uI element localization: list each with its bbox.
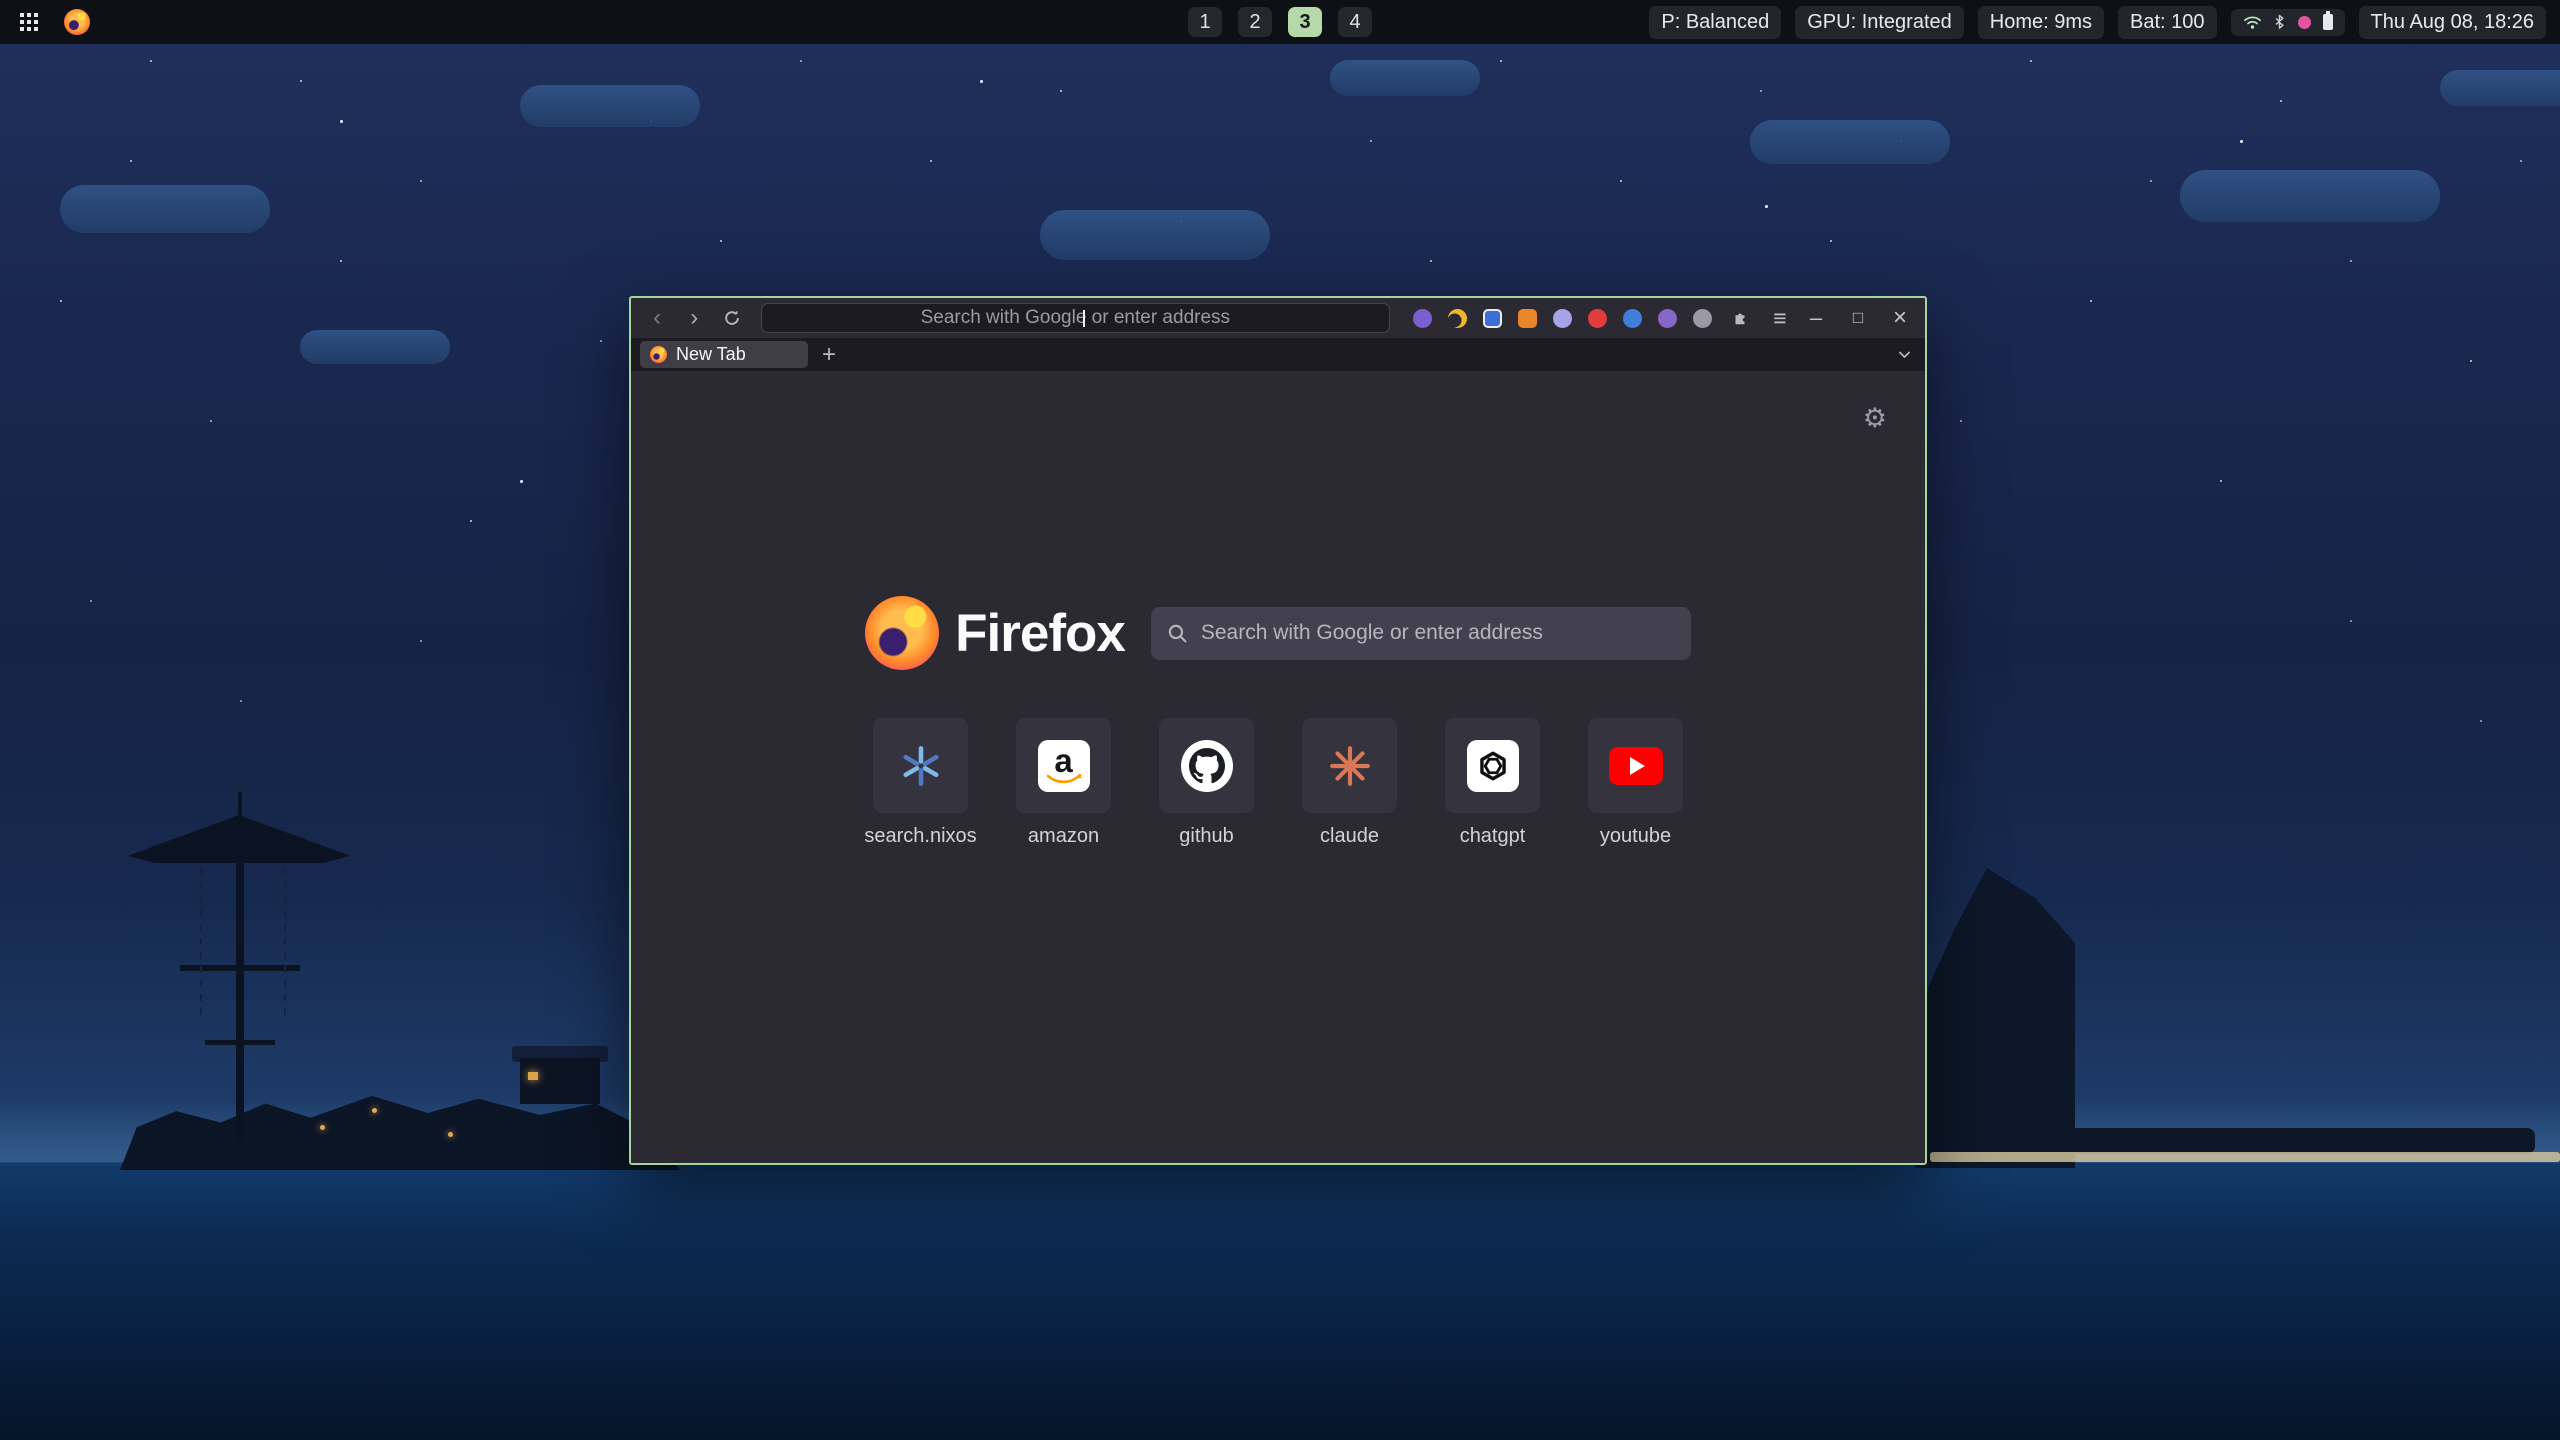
amazon-icon: a: [1038, 740, 1090, 792]
gpu-module: GPU: Integrated: [1795, 6, 1964, 39]
forward-button[interactable]: ›: [682, 305, 706, 331]
watchtower-beam: [180, 965, 300, 971]
shortcut-label: youtube: [1600, 825, 1671, 848]
minimize-button[interactable]: –: [1805, 305, 1827, 331]
shortcut-label: search.nixos: [864, 825, 976, 848]
wifi-icon[interactable]: [2243, 14, 2262, 30]
shortcut-github[interactable]: github: [1159, 718, 1254, 848]
workspace-3-active[interactable]: 3: [1288, 7, 1322, 37]
watchtower-pole: [236, 830, 244, 1142]
path-light: [320, 1125, 325, 1130]
shortcut-amazon[interactable]: a amazon: [1016, 718, 1111, 848]
shortcut-chatgpt[interactable]: chatgpt: [1445, 718, 1540, 848]
new-tab-button[interactable]: +: [814, 341, 844, 368]
workspace-4[interactable]: 4: [1338, 7, 1372, 37]
shortcut-label: chatgpt: [1460, 825, 1526, 848]
cloud: [2180, 170, 2440, 222]
hanging-chain: [200, 868, 202, 1018]
claude-icon: [1327, 743, 1373, 789]
github-icon: [1181, 740, 1233, 792]
shortcut-youtube[interactable]: youtube: [1588, 718, 1683, 848]
cloud: [60, 185, 270, 233]
tab-new-tab[interactable]: New Tab: [640, 341, 808, 368]
cloud: [520, 85, 700, 127]
device-battery-icon[interactable]: [2323, 14, 2333, 30]
list-tabs-chevron-icon[interactable]: [1898, 350, 1911, 359]
newtab-search-bar[interactable]: [1151, 607, 1691, 660]
firefox-window: ‹ › ≡ – □ ×: [629, 296, 1927, 1165]
nixos-icon: [898, 743, 944, 789]
watchtower-spike: [238, 792, 242, 832]
maximize-button[interactable]: □: [1847, 308, 1869, 328]
shortcut-label: claude: [1320, 825, 1379, 848]
battery-module: Bat: 100: [2118, 6, 2217, 39]
network-latency-module: Home: 9ms: [1978, 6, 2104, 39]
path-light: [448, 1132, 453, 1137]
workspace-switcher: 1 2 3 4: [1188, 0, 1372, 44]
tab-bar: New Tab +: [631, 338, 1925, 371]
menu-icon[interactable]: ≡: [1768, 306, 1792, 330]
extension-icon-1[interactable]: [1413, 309, 1432, 328]
path-light: [372, 1108, 377, 1113]
browser-toolbar: ‹ › ≡ – □ ×: [631, 298, 1925, 338]
shortcut-label: amazon: [1028, 825, 1099, 848]
system-tray: [2231, 9, 2345, 36]
search-icon: [1167, 623, 1188, 644]
reload-button[interactable]: [719, 305, 743, 331]
hanging-chain: [284, 868, 286, 1018]
firefox-tab-icon: [650, 346, 667, 363]
shore-vegetation: [1975, 1128, 2535, 1154]
url-input[interactable]: [762, 304, 1389, 332]
extension-icon-8[interactable]: [1658, 309, 1677, 328]
cloud: [2440, 70, 2560, 106]
url-bar[interactable]: [761, 303, 1390, 333]
workspace-1[interactable]: 1: [1188, 7, 1222, 37]
cloud: [300, 330, 450, 364]
extension-icons: ≡: [1413, 306, 1792, 330]
workspace-2[interactable]: 2: [1238, 7, 1272, 37]
youtube-icon: [1609, 747, 1663, 785]
back-button[interactable]: ‹: [645, 305, 669, 331]
tab-title: New Tab: [676, 344, 746, 365]
watchtower-beam: [205, 1040, 275, 1045]
firefox-taskbar-icon[interactable]: [64, 9, 90, 35]
cloud: [1330, 60, 1480, 96]
cloud: [1750, 120, 1950, 164]
extensions-puzzle-icon[interactable]: [1728, 306, 1752, 330]
extension-icon-4[interactable]: [1518, 309, 1537, 328]
text-caret: [1083, 310, 1085, 327]
extension-icon-2[interactable]: [1448, 309, 1467, 328]
bluetooth-icon[interactable]: [2274, 14, 2286, 31]
newtab-search-input[interactable]: [1151, 607, 1691, 660]
status-bar: 1 2 3 4 P: Balanced GPU: Integrated Home…: [0, 0, 2560, 44]
app-launcher-icon[interactable]: [20, 13, 38, 31]
clock-module: Thu Aug 08, 18:26: [2359, 6, 2546, 39]
chatgpt-icon: [1467, 740, 1519, 792]
firefox-logo-icon: [865, 596, 939, 670]
beach-sand: [1930, 1152, 2560, 1162]
extension-icon-6[interactable]: [1588, 309, 1607, 328]
shortcut-tiles: search.nixos a amazon github: [873, 718, 1683, 848]
extension-icon-7[interactable]: [1623, 309, 1642, 328]
extension-icon-5[interactable]: [1553, 309, 1572, 328]
shortcut-label: github: [1179, 825, 1234, 848]
power-profile-module: P: Balanced: [1649, 6, 1781, 39]
color-indicator-icon[interactable]: [2298, 16, 2311, 29]
extension-icon-9[interactable]: [1693, 309, 1712, 328]
hut: [520, 1058, 600, 1104]
firefox-wordmark: Firefox: [955, 603, 1125, 664]
cloud: [1040, 210, 1270, 260]
hut-light: [528, 1072, 538, 1080]
extension-icon-3[interactable]: [1483, 309, 1502, 328]
shortcut-claude[interactable]: claude: [1302, 718, 1397, 848]
newtab-page: ⚙ Firefox: [631, 371, 1925, 1163]
close-button[interactable]: ×: [1889, 304, 1911, 332]
personalize-gear-icon[interactable]: ⚙: [1863, 405, 1887, 432]
cliff-silhouette: [1915, 868, 2075, 1168]
shortcut-search-nixos[interactable]: search.nixos: [873, 718, 968, 848]
window-controls: – □ ×: [1805, 304, 1911, 332]
